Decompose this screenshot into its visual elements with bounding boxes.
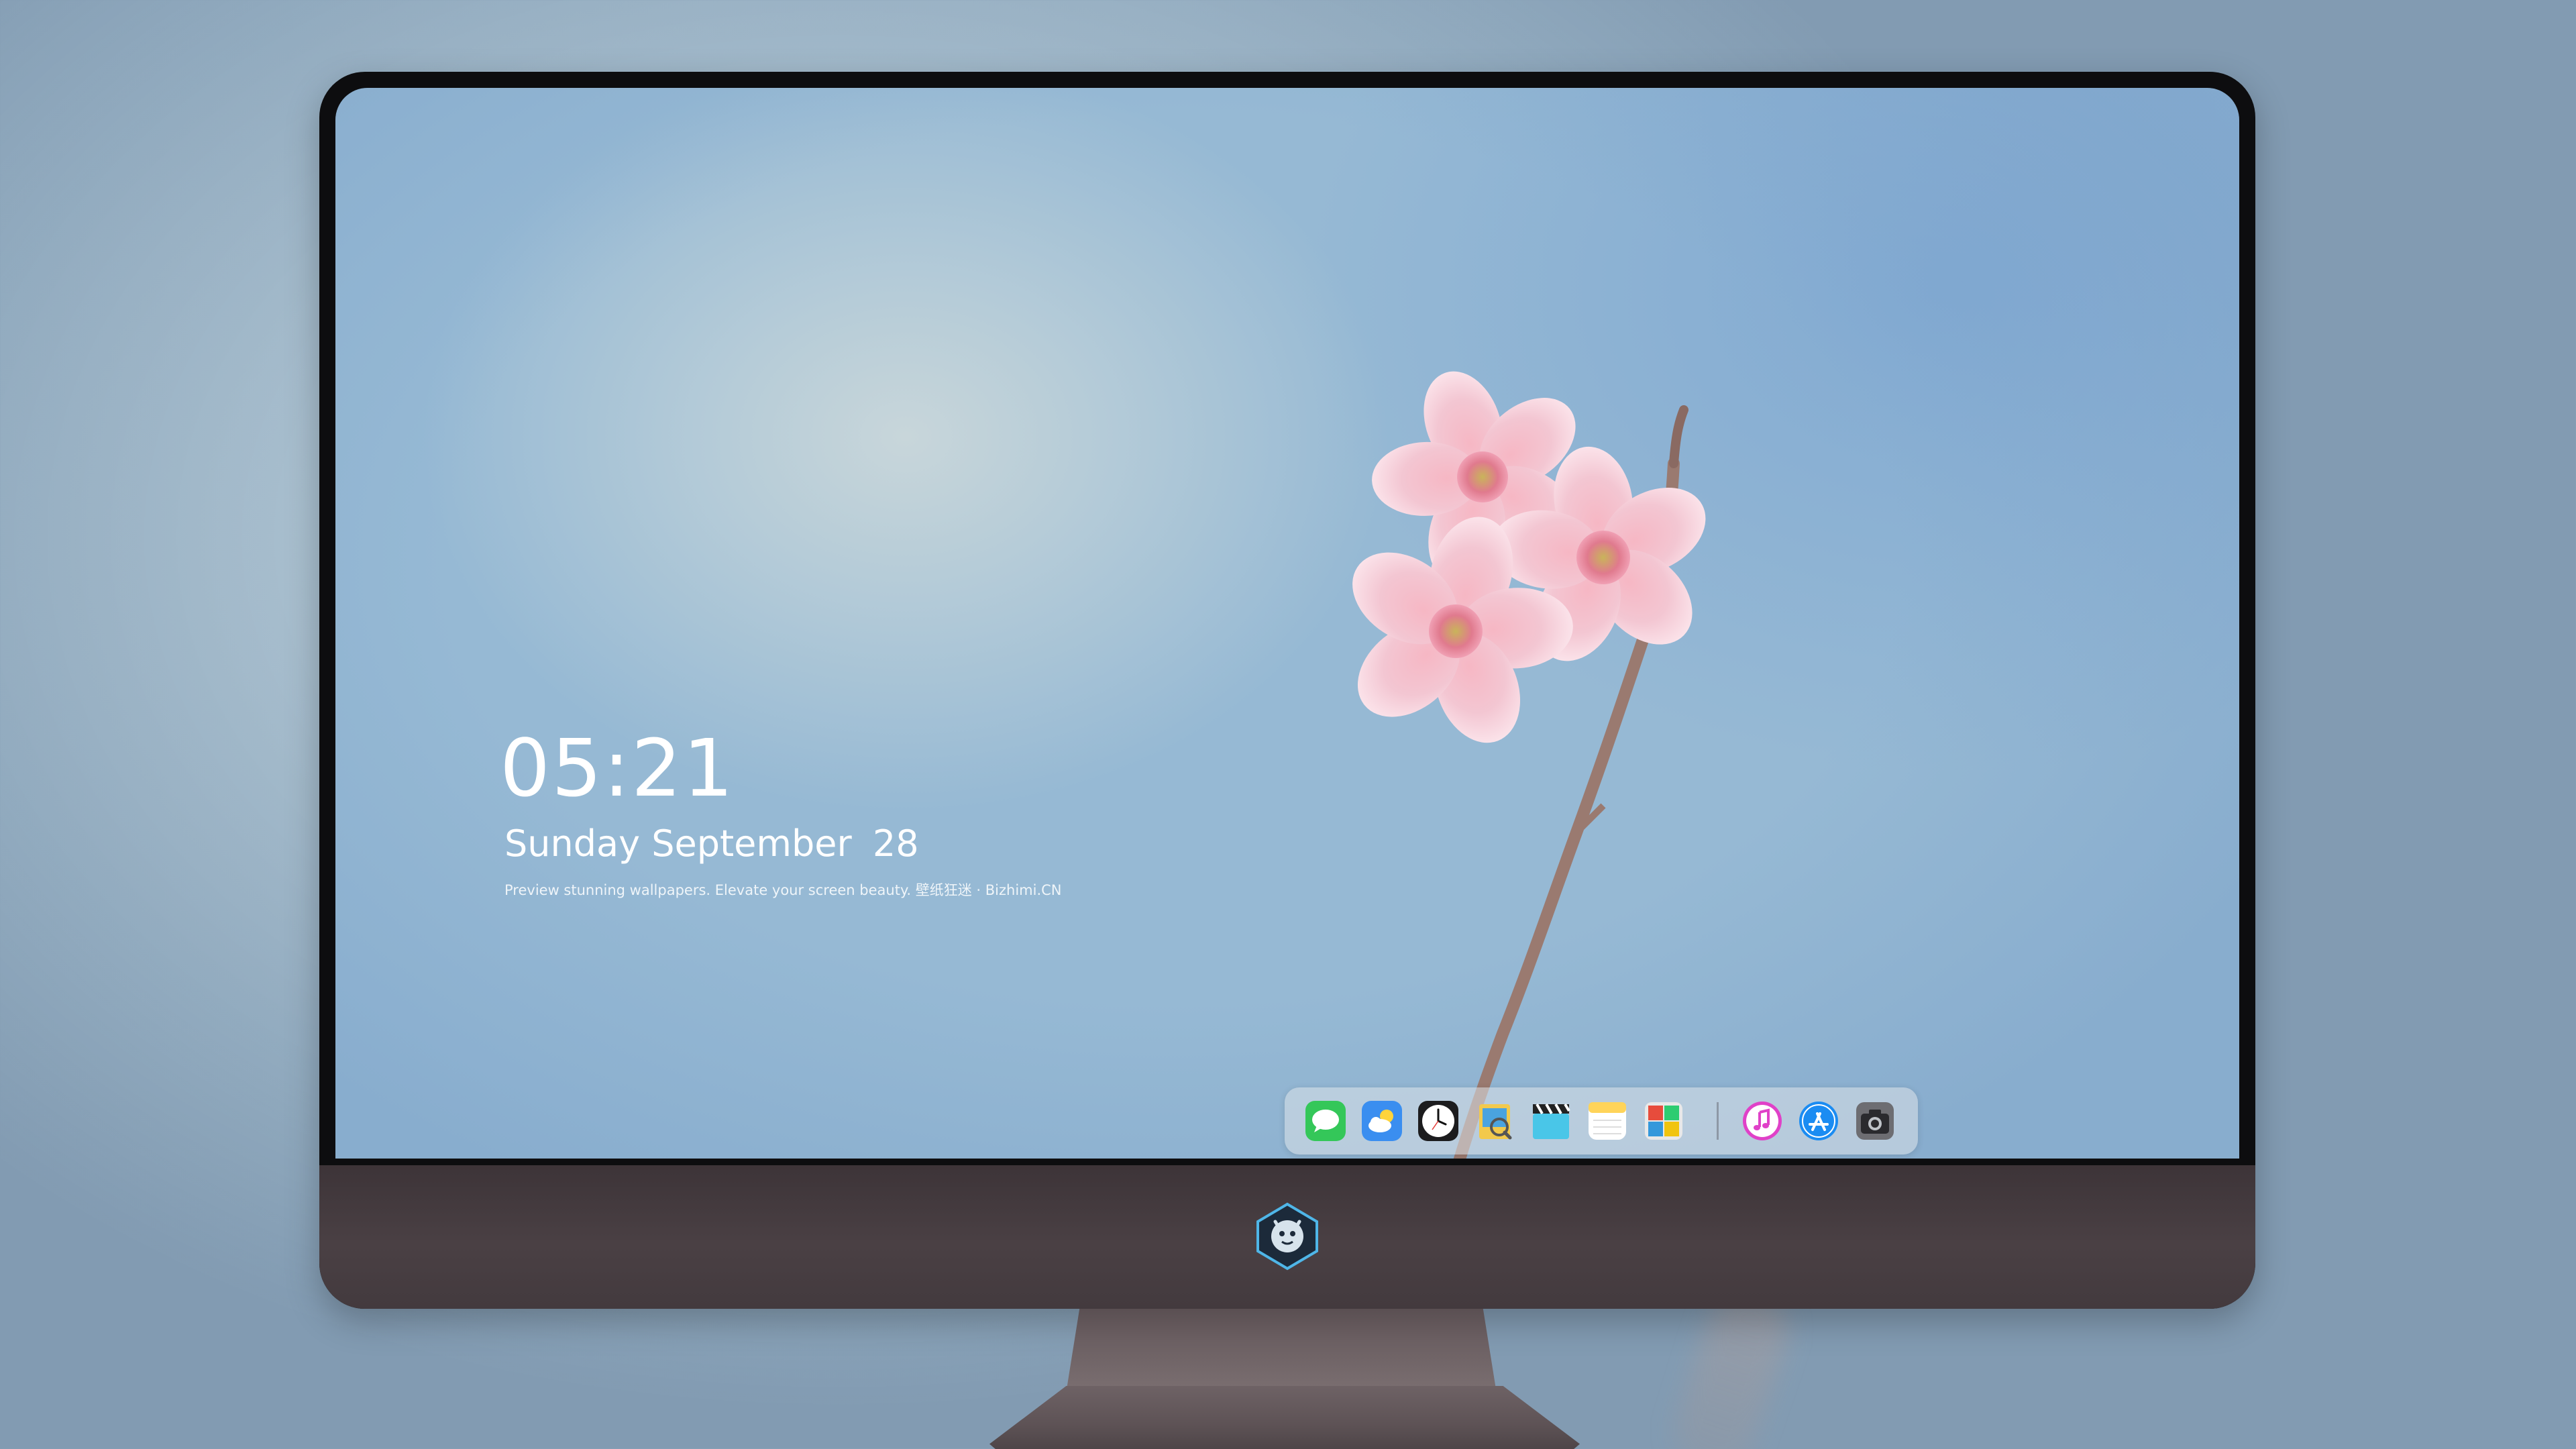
desktop-screen: 05:21 Sunday September 28 Preview stunni… bbox=[335, 88, 2239, 1159]
dock-separator bbox=[1717, 1102, 1719, 1140]
preview-icon bbox=[1479, 1104, 1512, 1140]
dock-app-clock[interactable] bbox=[1417, 1100, 1459, 1142]
dock-app-notes[interactable] bbox=[1587, 1100, 1628, 1142]
dock-app-preview[interactable] bbox=[1474, 1100, 1515, 1142]
dock-app-app-store[interactable] bbox=[1798, 1100, 1839, 1142]
wallpaper-tagline: Preview stunning wallpapers. Elevate you… bbox=[504, 882, 1062, 898]
dock-app-itunes[interactable] bbox=[1741, 1100, 1783, 1142]
camera-icon bbox=[1856, 1102, 1894, 1140]
clips-icon bbox=[1533, 1103, 1570, 1139]
messages-icon bbox=[1305, 1101, 1346, 1141]
brand-logo-icon bbox=[1256, 1202, 1318, 1271]
dock-app-camera[interactable] bbox=[1854, 1100, 1896, 1142]
app-store-icon bbox=[1799, 1102, 1838, 1140]
clock-weekday: Sunday bbox=[504, 822, 641, 865]
itunes-icon bbox=[1743, 1102, 1782, 1140]
clock-icon bbox=[1418, 1101, 1458, 1141]
monitor-stand-base bbox=[989, 1386, 1580, 1449]
clock-day: 28 bbox=[872, 822, 919, 865]
dock-app-photo-booth[interactable] bbox=[1643, 1100, 1684, 1142]
wallpaper-blossom bbox=[1352, 371, 1706, 1159]
dock-app-messages[interactable] bbox=[1305, 1100, 1346, 1142]
monitor-frame: 05:21 Sunday September 28 Preview stunni… bbox=[319, 72, 2255, 1309]
notes-icon bbox=[1589, 1102, 1626, 1140]
photo-booth-icon bbox=[1645, 1102, 1682, 1140]
wallpaper-vignette bbox=[335, 88, 2239, 1159]
monitor-stand-neck bbox=[1067, 1309, 1496, 1389]
clock-month: September bbox=[651, 822, 852, 865]
dock-app-weather[interactable] bbox=[1361, 1100, 1403, 1142]
clock-time: 05:21 bbox=[500, 722, 735, 814]
dock bbox=[1285, 1087, 1918, 1155]
clock-date: Sunday September 28 bbox=[504, 826, 919, 862]
weather-icon bbox=[1362, 1101, 1402, 1141]
dock-app-clips[interactable] bbox=[1530, 1100, 1572, 1142]
